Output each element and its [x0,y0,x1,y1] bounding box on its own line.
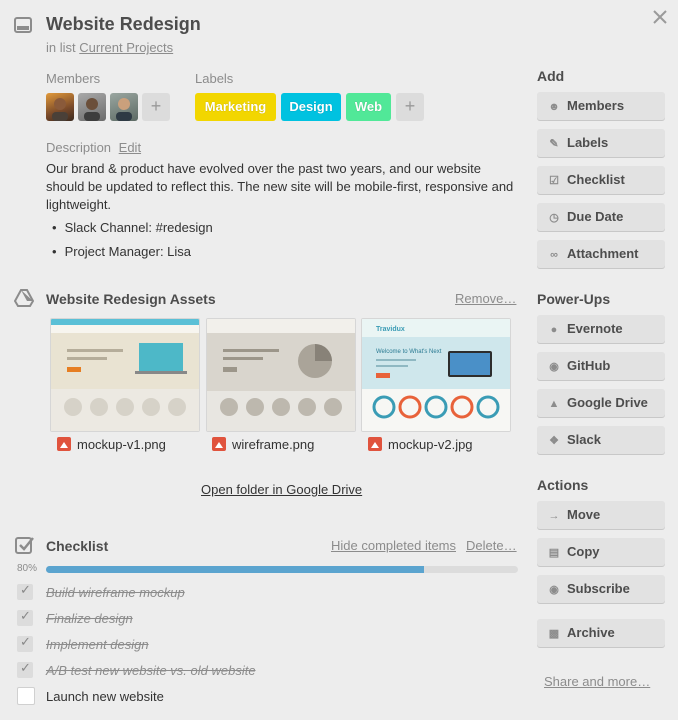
arrow-right-icon: → [548,510,560,522]
avatar[interactable] [110,93,138,121]
button-label: GitHub [567,358,611,373]
button-label: Move [567,507,601,522]
open-folder-link[interactable]: Open folder in Google Drive [201,482,362,497]
button-label: Labels [567,135,609,150]
actions-heading: Actions [537,477,589,493]
description-bullet: Project Manager: Lisa [52,244,191,259]
add-members-button[interactable]: ☻ Members [537,92,665,120]
checklist-checkbox[interactable] [17,608,33,626]
description-bullet: Slack Channel: #redesign [52,220,213,235]
description-heading: Description [46,140,112,155]
delete-checklist-link[interactable]: Delete… [466,538,517,553]
file-name: mockup-v1.png [77,437,166,452]
hide-completed-link[interactable]: Hide completed items [331,538,456,553]
file-mockup-v2[interactable]: mockup-v2.jpg [368,437,473,452]
checklist-checkbox[interactable] [17,660,33,678]
add-label-button[interactable]: + [396,93,424,121]
clock-icon: ◷ [549,212,559,224]
image-file-icon [57,437,71,451]
thumbnail-wireframe[interactable] [206,318,356,432]
card-title[interactable]: Website Redesign [46,14,201,35]
move-button[interactable]: → Move [537,501,665,529]
evernote-button[interactable]: ● Evernote [537,315,665,343]
members-label: Members [46,71,101,86]
list-link[interactable]: Current Projects [79,40,173,55]
button-label: Archive [567,625,615,640]
add-attachment-button[interactable]: ∞ Attachment [537,240,665,268]
thumbnail-mockup-v2[interactable]: Travidux Welcome to What's Next [361,318,511,432]
powerups-heading: Power-Ups [537,291,611,307]
button-label: Checklist [567,172,625,187]
slack-button[interactable]: ❖ Slack [537,426,665,454]
archive-button[interactable]: ▩ Archive [537,619,665,647]
checklist-title: Checklist [46,538,109,554]
in-list-prefix: in list [46,40,76,55]
checklist-item[interactable]: Implement design [46,637,149,652]
file-mockup-v1[interactable]: mockup-v1.png [57,437,166,452]
button-label: Due Date [567,209,624,224]
card-icon [14,17,32,33]
add-heading: Add [537,68,565,84]
button-label: Slack [567,432,601,447]
file-wireframe[interactable]: wireframe.png [212,437,314,452]
google-drive-icon [13,289,35,307]
button-label: Google Drive [567,395,648,410]
slack-icon: ❖ [549,435,559,447]
github-button[interactable]: ◉ GitHub [537,352,665,380]
description-text: Our brand & product have evolved over th… [46,161,514,212]
checklist-item[interactable]: Finalize design [46,611,133,626]
add-checklist-button[interactable]: ☑ Checklist [537,166,665,194]
label-design[interactable]: Design [281,93,341,121]
subscribe-button[interactable]: ◉ Subscribe [537,575,665,603]
card-list-info: in list Current Projects [46,40,173,55]
share-and-more-link[interactable]: Share and more… [544,674,650,689]
description-label: Description Edit [46,140,141,155]
label-web[interactable]: Web [346,93,391,121]
evernote-icon: ● [550,324,558,336]
label-marketing[interactable]: Marketing [195,93,276,121]
close-icon[interactable] [652,9,668,25]
assets-remove-link[interactable]: Remove… [455,291,516,306]
file-name: mockup-v2.jpg [388,437,473,452]
tag-icon: ✎ [549,138,559,150]
thumbnail-mockup-v1[interactable] [50,318,200,432]
assets-title: Website Redesign Assets [46,291,216,307]
button-label: Subscribe [567,581,630,596]
labels-label: Labels [195,71,234,86]
copy-icon: ▤ [548,547,560,559]
add-labels-button[interactable]: ✎ Labels [537,129,665,157]
archive-icon: ▩ [548,628,560,640]
checklist-item[interactable]: Launch new website [46,689,164,704]
progress-percent: 80% [17,563,38,574]
checklist-item[interactable]: Build wireframe mockup [46,585,185,600]
google-drive-icon: ▲ [548,398,560,410]
google-drive-button[interactable]: ▲ Google Drive [537,389,665,417]
button-label: Evernote [567,321,623,336]
checklist-item[interactable]: A/B test new website vs. old website [46,663,256,678]
add-due-date-button[interactable]: ◷ Due Date [537,203,665,231]
eye-icon: ◉ [549,584,559,596]
avatar[interactable] [46,93,74,121]
github-icon: ◉ [549,361,559,373]
mockup-v2-headline: Welcome to What's Next [376,349,442,355]
copy-button[interactable]: ▤ Copy [537,538,665,566]
checkbox-icon: ☑ [549,175,559,187]
progress-fill [46,566,424,573]
mockup-v2-brand: Travidux [376,326,405,333]
checklist-checkbox[interactable] [17,687,35,705]
file-name: wireframe.png [232,437,315,452]
button-label: Copy [567,544,600,559]
button-label: Members [567,98,625,113]
checklist-checkbox[interactable] [17,582,33,600]
checklist-checkbox[interactable] [17,634,33,652]
description-edit-link[interactable]: Edit [119,140,141,155]
checklist-icon [15,535,35,555]
person-icon: ☻ [548,101,560,113]
add-member-button[interactable]: + [142,93,170,121]
image-file-icon [368,437,382,451]
avatar[interactable] [78,93,106,121]
paperclip-icon: ∞ [550,249,558,261]
image-file-icon [212,437,226,451]
button-label: Attachment [567,246,639,261]
